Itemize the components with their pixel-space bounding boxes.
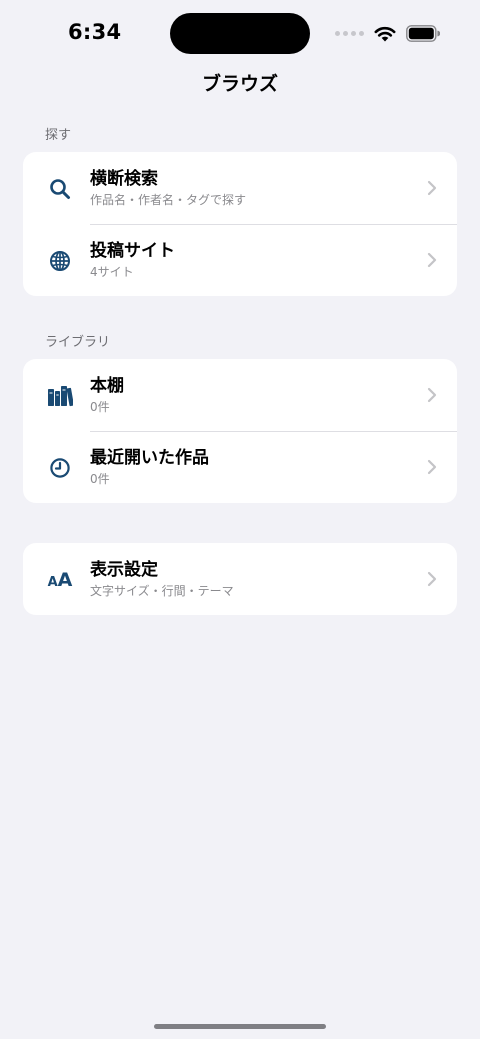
text-size-icon: AA [47,568,73,591]
settings-group: AA 表示設定 文字サイズ・行間・テーマ [23,543,457,615]
globe-icon [47,248,73,274]
search-icon [47,176,73,202]
row-title: 本棚 [90,376,124,396]
row-subtitle: 0件 [90,400,110,414]
row-subtitle: 作品名・作者名・タグで探す [90,193,247,207]
display-settings-row[interactable]: AA 表示設定 文字サイズ・行間・テーマ [23,543,457,615]
recent-works-row[interactable]: 最近開いた作品 0件 [23,431,457,503]
section-header-library: ライブラリ [45,335,111,350]
row-title: 横断検索 [90,169,158,189]
chevron-right-icon [427,459,437,475]
row-title: 表示設定 [90,560,158,580]
clock-icon [47,455,73,481]
chevron-right-icon [427,571,437,587]
posting-sites-row[interactable]: 投稿サイト 4サイト [23,224,457,296]
row-title: 最近開いた作品 [90,448,209,468]
status-indicators [335,24,440,42]
status-bar: 6:34 [0,0,480,66]
explore-group: 横断検索 作品名・作者名・タグで探す 投稿サイト 4サイト [23,152,457,296]
row-subtitle: 0件 [90,472,110,486]
row-title: 投稿サイト [90,241,175,261]
bookshelf-row[interactable]: 本棚 0件 [23,359,457,431]
chevron-right-icon [427,252,437,268]
wifi-icon [374,26,396,41]
cross-search-row[interactable]: 横断検索 作品名・作者名・タグで探す [23,152,457,224]
library-group: 本棚 0件 最近開いた作品 0件 [23,359,457,503]
bookshelf-icon [47,383,73,409]
cellular-signal-icon [335,30,364,36]
home-indicator[interactable] [154,1024,326,1029]
chevron-right-icon [427,387,437,403]
row-subtitle: 文字サイズ・行間・テーマ [90,584,234,598]
chevron-right-icon [427,180,437,196]
dynamic-island [170,13,310,54]
battery-icon [406,24,440,42]
section-header-explore: 探す [45,128,72,143]
page-title: ブラウズ [201,73,278,95]
status-time: 6:34 [68,20,122,44]
row-subtitle: 4サイト [90,265,134,279]
